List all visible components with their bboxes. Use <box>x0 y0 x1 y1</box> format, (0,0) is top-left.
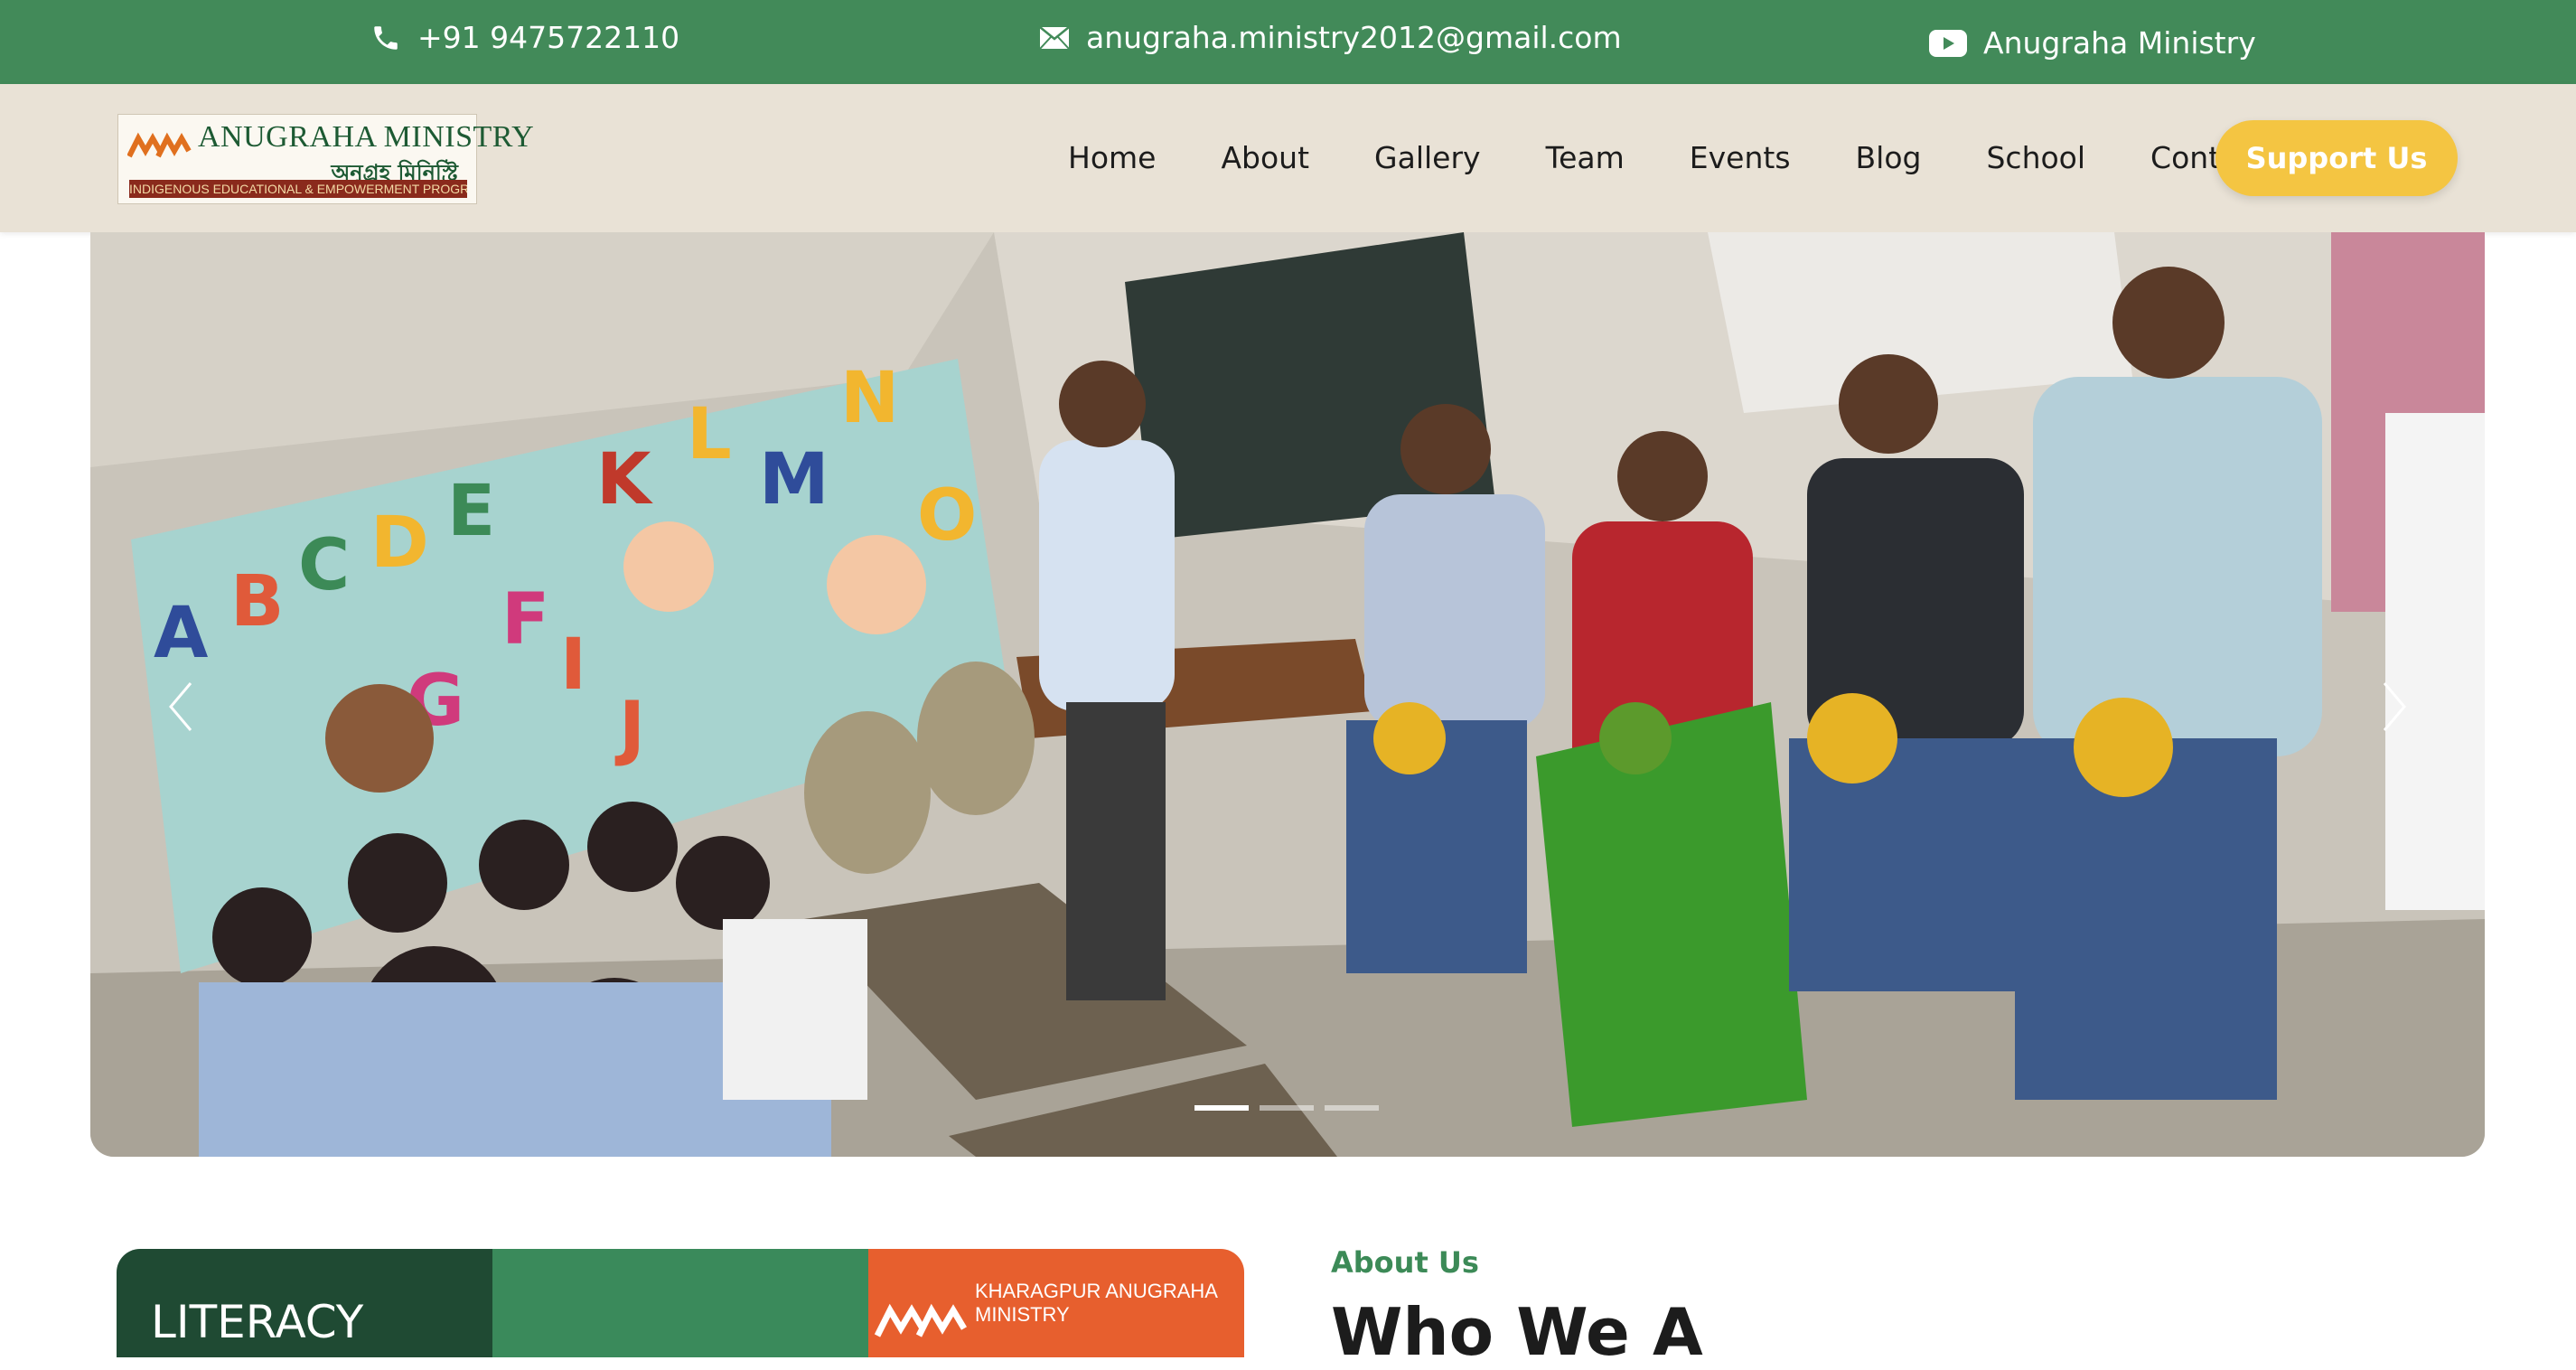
svg-text:F: F <box>501 579 549 661</box>
hero-slider: A B C D E F G I J K L M N O <box>90 232 2485 1157</box>
slider-next-arrow[interactable] <box>2367 666 2421 747</box>
logo-tagline: INDIGENOUS EDUCATIONAL & EMPOWERMENT PRO… <box>129 180 467 198</box>
email-address: anugraha.ministry2012@gmail.com <box>1086 20 1622 55</box>
card-logo-mark-icon <box>874 1303 968 1337</box>
phone-number: +91 9475722110 <box>417 20 680 55</box>
svg-text:J: J <box>614 688 645 769</box>
svg-text:O: O <box>917 475 977 557</box>
slider-dot-1[interactable] <box>1194 1105 1249 1111</box>
site-logo[interactable]: ANUGRAHA MINISTRY অনুগ্রহ মিনিস্ট্রি IND… <box>117 114 534 204</box>
logo-mark-icon <box>127 132 192 158</box>
nav-events[interactable]: Events <box>1690 140 1791 175</box>
svg-text:K: K <box>596 439 653 521</box>
chevron-right-icon <box>2383 682 2406 731</box>
card-panel-green <box>492 1249 868 1357</box>
site-header: ANUGRAHA MINISTRY অনুগ্রহ মিনিস্ট্রি IND… <box>0 84 2576 232</box>
phone-contact[interactable]: +91 9475722110 <box>370 20 679 55</box>
slider-dot-2[interactable] <box>1260 1105 1314 1111</box>
phone-icon <box>374 25 398 50</box>
about-kicker: About Us <box>1331 1245 1479 1280</box>
main-nav: Home About Gallery Team Events Blog Scho… <box>1068 140 2266 175</box>
svg-text:A: A <box>154 593 208 674</box>
slider-dot-3[interactable] <box>1325 1105 1379 1111</box>
svg-text:M: M <box>759 439 829 521</box>
card-literacy-text: LITERACY <box>151 1296 364 1348</box>
youtube-channel-name: Anugraha Ministry <box>1983 25 2256 61</box>
nav-about[interactable]: About <box>1221 140 1309 175</box>
svg-text:E: E <box>447 471 495 552</box>
intro-image-card: LITERACY KHARAGPUR ANUGRAHA MINISTRY <box>117 1249 1244 1357</box>
hero-image: A B C D E F G I J K L M N O <box>90 232 2485 1157</box>
svg-text:L: L <box>687 394 732 475</box>
chevron-left-icon <box>169 682 192 731</box>
nav-home[interactable]: Home <box>1068 140 1156 175</box>
logo-wordmark: ANUGRAHA MINISTRY <box>198 120 535 154</box>
svg-text:N: N <box>840 358 899 439</box>
mail-icon <box>1039 25 1070 50</box>
top-contact-bar: +91 9475722110 anugraha.ministry2012@gma… <box>0 0 2576 84</box>
svg-text:I: I <box>560 624 586 706</box>
svg-text:C: C <box>298 525 350 606</box>
svg-text:B: B <box>230 561 284 643</box>
nav-gallery[interactable]: Gallery <box>1374 140 1481 175</box>
youtube-icon <box>1929 29 1967 57</box>
slider-prev-arrow[interactable] <box>154 666 208 747</box>
youtube-link[interactable]: Anugraha Ministry <box>1929 25 2256 61</box>
nav-school[interactable]: School <box>1986 140 2085 175</box>
support-us-button[interactable]: Support Us <box>2215 120 2458 196</box>
slider-indicators <box>1194 1105 1390 1111</box>
nav-team[interactable]: Team <box>1546 140 1625 175</box>
card-org-name: KHARAGPUR ANUGRAHA MINISTRY <box>975 1280 1217 1326</box>
email-contact[interactable]: anugraha.ministry2012@gmail.com <box>1039 20 1622 55</box>
about-title: Who We A <box>1331 1294 1703 1370</box>
svg-text:D: D <box>370 502 429 584</box>
nav-blog[interactable]: Blog <box>1856 140 1922 175</box>
